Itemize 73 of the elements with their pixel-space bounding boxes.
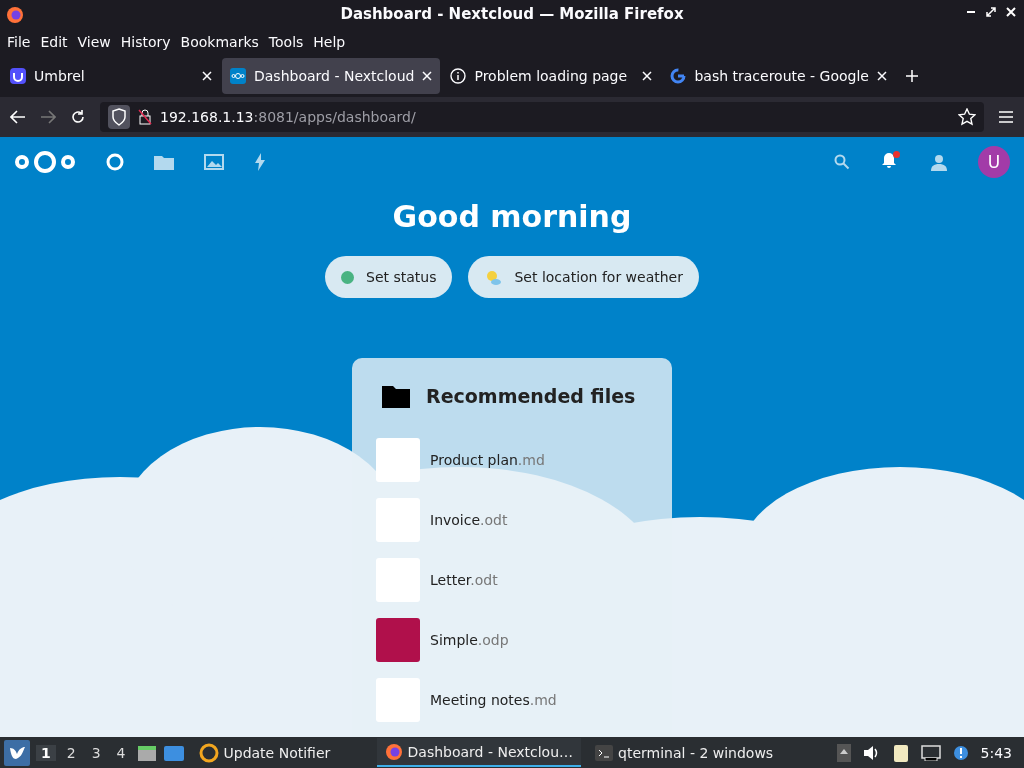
google-icon [670,68,687,84]
taskbar-task[interactable]: Update Notifier [190,738,371,767]
folder-icon[interactable] [154,154,174,170]
file-name[interactable]: Simple.odp [430,632,509,648]
file-name[interactable]: Meeting notes.md [430,692,557,708]
menu-item[interactable]: Edit [35,33,73,50]
shield-icon[interactable] [108,105,130,129]
close-icon[interactable] [1006,7,1016,17]
file-name[interactable]: Letter.odt [430,572,498,588]
document-thumbnail[interactable] [376,558,420,602]
greeting-heading: Good morning [392,199,632,234]
taskbar-task[interactable]: qterminal - 2 windows [587,738,782,767]
file-name[interactable]: Product plan.md [430,452,545,468]
slide-thumbnail[interactable] [376,618,420,662]
terminal-icon [595,744,614,761]
firefox-icon [6,6,24,24]
image-icon[interactable] [204,154,224,170]
status-dot-icon [341,270,354,284]
network-icon[interactable] [920,744,941,761]
menu-icon[interactable] [998,110,1014,124]
forward-arrow-icon[interactable] [40,110,56,124]
document-thumbnail[interactable] [376,438,420,482]
start-menu-button[interactable] [4,739,30,766]
star-icon[interactable] [958,108,976,126]
panel-title: Recommended files [426,385,636,407]
browser-tab[interactable]: Problem loading page [442,58,661,94]
desktop-switcher[interactable]: 3 [86,744,106,761]
info-icon [450,68,467,84]
menu-item[interactable]: Bookmarks [175,33,264,50]
document-thumbnail[interactable] [376,678,420,722]
back-arrow-icon[interactable] [10,110,26,124]
browser-tab[interactable]: Dashboard - Nextcloud [222,58,441,94]
firefox-icon [384,742,403,761]
clipboard-icon[interactable] [892,742,909,763]
browser-tab[interactable]: Umbrel [2,58,220,94]
lock-icon[interactable] [138,109,152,125]
weather-button[interactable]: Set location for weather [468,256,699,298]
menu-item[interactable]: Tools [263,33,309,50]
status-button[interactable]: Set status [325,256,453,298]
reload-icon[interactable] [70,109,86,125]
close-tab-icon[interactable] [876,71,887,81]
menu-item[interactable]: History [115,33,176,50]
document-thumbnail[interactable] [376,498,420,542]
menu-item[interactable]: Help [308,33,351,50]
file-name[interactable]: Invoice.odt [430,512,508,528]
eject-icon[interactable] [836,743,851,762]
desktop-switcher[interactable]: 2 [61,744,81,761]
plus-icon[interactable] [904,69,919,83]
folder-icon [382,384,410,408]
contacts-icon[interactable] [928,153,948,171]
desktop-switcher[interactable]: 1 [36,744,56,761]
close-tab-icon[interactable] [422,71,433,81]
alert-icon[interactable] [952,744,969,761]
window-title: Dashboard - Nextcloud — Mozilla Firefox [340,5,684,23]
maximize-icon[interactable] [986,7,996,17]
nextcloud-icon [230,68,246,84]
bell-icon[interactable] [880,151,898,169]
user-avatar[interactable]: U [978,146,1010,178]
menu-item[interactable]: File [2,33,36,50]
desktop-icon[interactable] [162,743,185,762]
browser-tab[interactable]: bash traceroute - Google [662,58,895,94]
circle-icon[interactable] [106,153,124,171]
search-icon[interactable] [834,154,850,170]
clock[interactable]: 5:43 [980,744,1012,761]
address-bar[interactable]: 192.168.1.13:8081/apps/dashboard/ [100,102,984,132]
taskbar-task[interactable]: Dashboard - Nextclou… [376,738,582,767]
file-manager-icon[interactable] [136,743,157,762]
desktop-switcher[interactable]: 4 [111,744,131,761]
sun-cloud-icon [484,268,503,286]
lightning-icon[interactable] [254,153,266,171]
close-tab-icon[interactable] [202,71,212,81]
menu-item[interactable]: View [72,33,116,50]
close-tab-icon[interactable] [642,71,653,81]
